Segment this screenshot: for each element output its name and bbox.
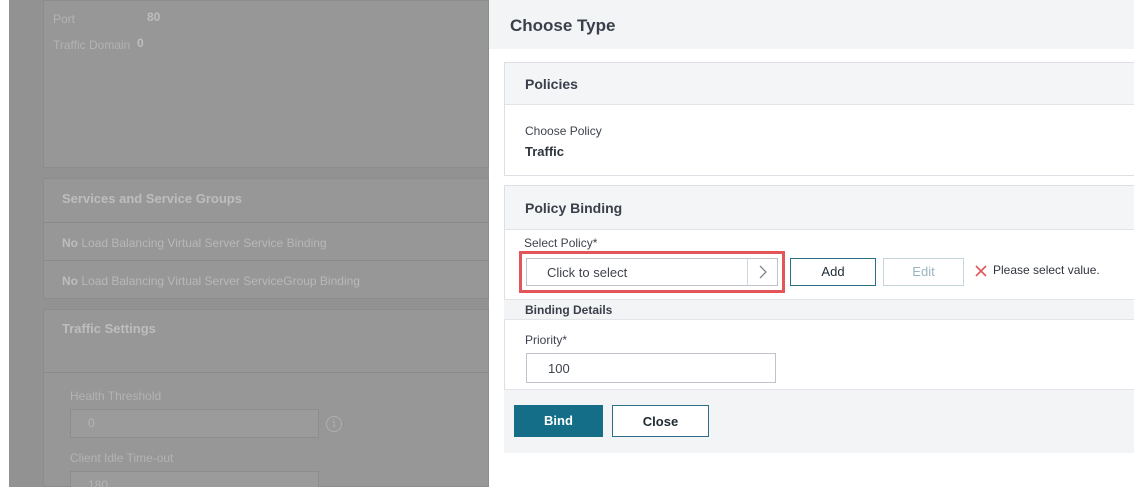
priority-value: 100 <box>548 361 570 376</box>
choose-policy-label: Choose Policy <box>525 124 602 138</box>
port-label: Port <box>53 12 76 26</box>
health-threshold-label: Health Threshold <box>70 389 162 403</box>
servicegroup-binding-count: No <box>62 274 78 288</box>
port-value: 80 <box>147 10 161 24</box>
traffic-settings-panel: Traffic Settings Health Threshold 0 i Cl… <box>43 309 489 487</box>
policy-binding-title: Policy Binding <box>525 200 623 216</box>
servicegroup-binding-text: Load Balancing Virtual Server ServiceGro… <box>81 274 360 288</box>
select-policy-label: Select Policy* <box>524 236 598 250</box>
health-threshold-value: 0 <box>88 416 95 430</box>
service-binding-text: Load Balancing Virtual Server Service Bi… <box>81 236 327 250</box>
background-page: Port 80 Traffic Domain 0 Services and Se… <box>0 0 489 487</box>
bind-button[interactable]: Bind <box>514 405 603 437</box>
dialog-header: Choose Type <box>489 0 1134 49</box>
client-idle-value: 180 <box>88 478 109 487</box>
servicegroup-binding-link[interactable]: No Load Balancing Virtual Server Service… <box>62 274 360 288</box>
binding-details-title: Binding Details <box>525 303 613 317</box>
policy-binding-card-header: Policy Binding <box>505 186 1134 230</box>
traffic-domain-value: 0 <box>137 36 144 50</box>
close-button[interactable]: Close <box>612 405 709 437</box>
services-title: Services and Service Groups <box>62 191 242 206</box>
health-threshold-input[interactable]: 0 <box>70 409 319 438</box>
traffic-settings-title: Traffic Settings <box>62 321 156 336</box>
info-icon[interactable]: i <box>326 416 342 432</box>
policies-card: Policies Choose Policy Traffic <box>504 62 1134 176</box>
choose-policy-value: Traffic <box>525 144 565 159</box>
page-left-edge <box>0 0 9 487</box>
policies-title: Policies <box>525 76 578 92</box>
basic-settings-panel: Port 80 Traffic Domain 0 <box>43 0 489 168</box>
traffic-domain-label: Traffic Domain <box>53 38 131 52</box>
priority-input[interactable]: 100 <box>526 353 776 383</box>
service-binding-link[interactable]: No Load Balancing Virtual Server Service… <box>62 236 327 250</box>
policies-card-header: Policies <box>505 63 1134 105</box>
add-policy-button[interactable]: Add <box>790 258 876 286</box>
close-x-icon <box>975 265 987 277</box>
focus-highlight-box <box>519 251 785 293</box>
edit-policy-button[interactable]: Edit <box>883 258 964 286</box>
client-idle-label: Client Idle Time-out <box>70 451 174 465</box>
client-idle-input[interactable]: 180 <box>70 471 319 487</box>
services-panel: Services and Service Groups No Load Bala… <box>43 178 489 299</box>
binding-details-header: Binding Details <box>504 299 1134 320</box>
service-binding-count: No <box>62 236 78 250</box>
dialog-title: Choose Type <box>510 16 616 35</box>
priority-label: Priority* <box>525 333 568 347</box>
validation-error-text: Please select value. <box>993 263 1100 277</box>
